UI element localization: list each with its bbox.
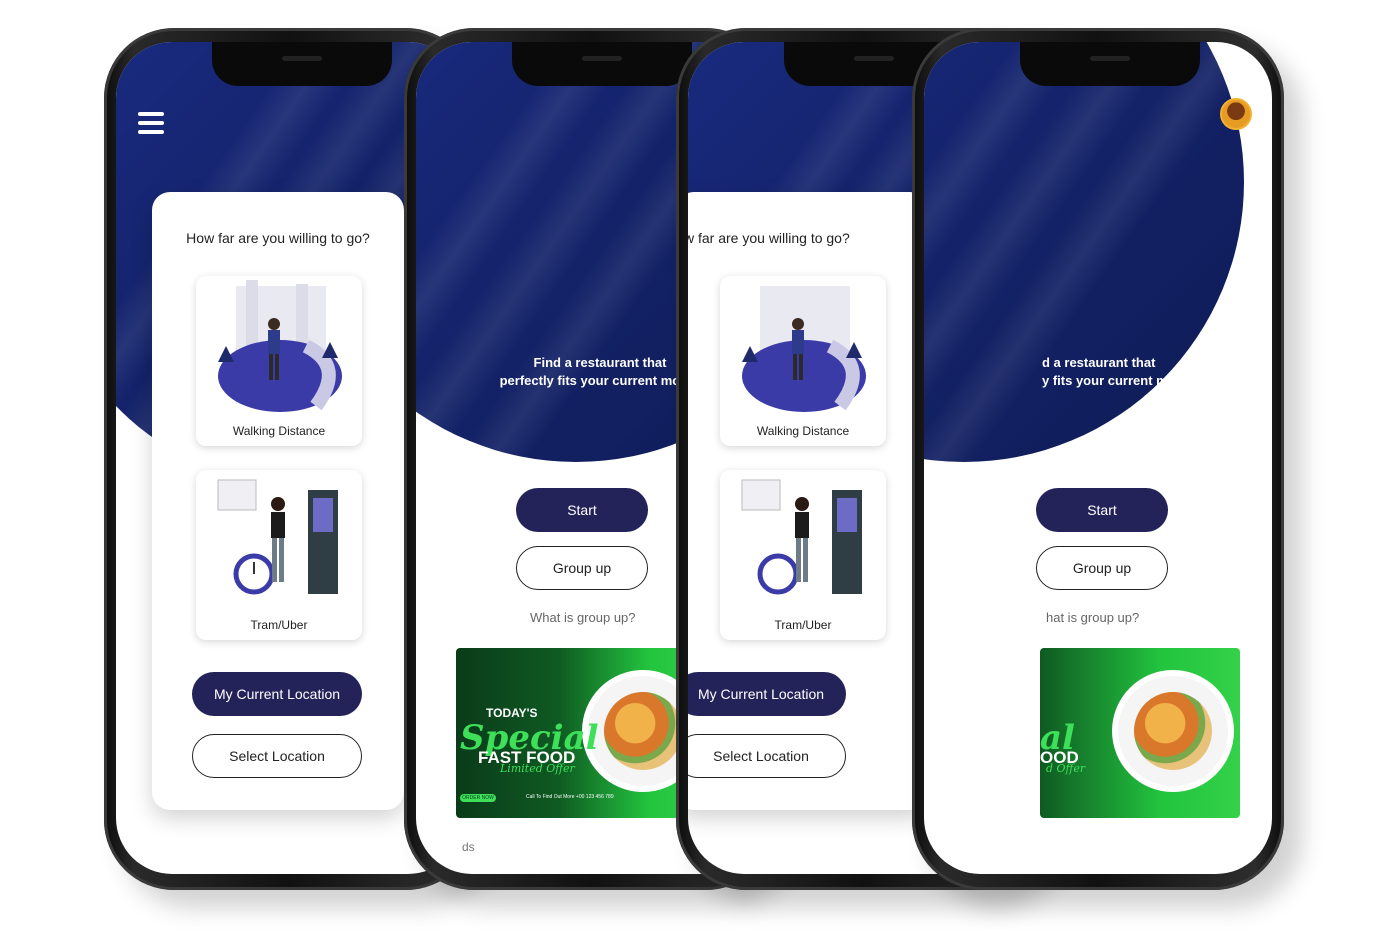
banner-limited-offer: d Offer bbox=[1046, 762, 1086, 775]
banner-call-info: Call To Find Out More +00 123 456 789 bbox=[526, 794, 614, 800]
walking-distance-option[interactable]: Walking Distance bbox=[720, 276, 886, 446]
screen: d a restaurant that y fits your current … bbox=[924, 42, 1272, 874]
tagline: d a restaurant that y fits your current … bbox=[924, 354, 1272, 390]
banner-limited-offer: Limited Offer bbox=[500, 762, 575, 775]
walking-distance-label: Walking Distance bbox=[232, 424, 326, 438]
my-current-location-button[interactable]: My Current Location bbox=[688, 672, 846, 716]
group-up-help-link[interactable]: hat is group up? bbox=[1046, 610, 1139, 625]
food-plate-image bbox=[1118, 676, 1228, 786]
tram-uber-label: Tram/Uber bbox=[774, 618, 832, 632]
group-up-button[interactable]: Group up bbox=[516, 546, 648, 590]
start-button[interactable]: Start bbox=[1036, 488, 1168, 532]
tram-uber-option[interactable]: Tram/Uber bbox=[196, 470, 362, 640]
notch bbox=[512, 42, 692, 86]
distance-question: How far are you willing to go? bbox=[186, 230, 370, 246]
fast-food-ad-banner[interactable]: TODAY'S Special FAST FOOD Limited Offer … bbox=[456, 648, 712, 818]
phone-home-2: d a restaurant that y fits your current … bbox=[912, 28, 1284, 890]
walking-illustration bbox=[218, 280, 342, 412]
banner-order-now-button[interactable]: ORDER NOW bbox=[460, 794, 496, 802]
tram-illustration bbox=[741, 479, 862, 595]
distance-question: w far are you willing to go? bbox=[688, 230, 850, 246]
tram-uber-label: Tram/Uber bbox=[250, 618, 308, 632]
start-button[interactable]: Start bbox=[516, 488, 648, 532]
distance-card: w far are you willing to go? Walking Dis… bbox=[688, 192, 928, 810]
fast-food-ad-banner[interactable]: al OOD d Offer bbox=[1040, 648, 1240, 818]
hero-background bbox=[924, 42, 1244, 462]
tagline-line2: y fits your current mood! bbox=[1042, 373, 1196, 388]
my-current-location-button[interactable]: My Current Location bbox=[192, 672, 362, 716]
tram-illustration bbox=[217, 479, 338, 595]
avatar[interactable] bbox=[1220, 98, 1252, 130]
walking-distance-label: Walking Distance bbox=[756, 424, 850, 438]
walking-illustration bbox=[742, 286, 866, 412]
notch bbox=[1020, 42, 1200, 86]
select-location-button[interactable]: Select Location bbox=[688, 734, 846, 778]
group-up-button[interactable]: Group up bbox=[1036, 546, 1168, 590]
select-location-button[interactable]: Select Location bbox=[192, 734, 362, 778]
footer-text: ds bbox=[462, 840, 475, 854]
walking-distance-option[interactable]: Walking Distance bbox=[196, 276, 362, 446]
hamburger-menu-icon[interactable] bbox=[138, 112, 164, 134]
group-up-help-link[interactable]: What is group up? bbox=[530, 610, 636, 625]
tram-uber-option[interactable]: Tram/Uber bbox=[720, 470, 886, 640]
distance-card: How far are you willing to go? Walking D… bbox=[152, 192, 404, 810]
tagline-line1: d a restaurant that bbox=[1042, 355, 1156, 370]
notch bbox=[212, 42, 392, 86]
